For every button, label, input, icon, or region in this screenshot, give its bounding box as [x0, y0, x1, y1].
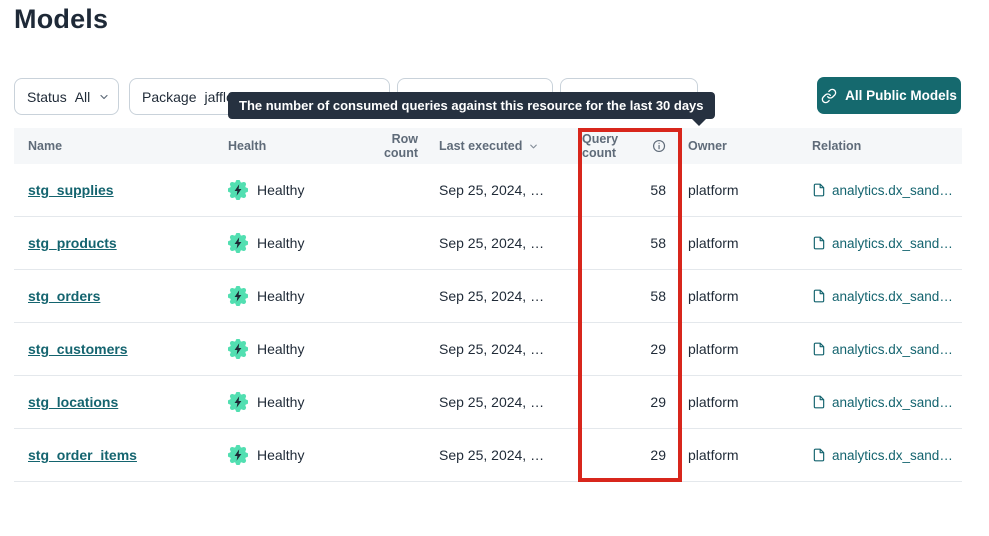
- tooltip-text: The number of consumed queries against t…: [239, 98, 704, 113]
- last-executed-cell: Sep 25, 2024, …: [420, 235, 582, 251]
- owner-cell: platform: [678, 341, 802, 357]
- owner-cell: platform: [678, 235, 802, 251]
- relation-link[interactable]: analytics.dx_sand…: [832, 395, 953, 410]
- query-count-header-label: Query count: [582, 132, 647, 160]
- column-header-owner[interactable]: Owner: [678, 139, 802, 153]
- healthy-badge-icon: [228, 180, 248, 200]
- models-table: Name Health Row count Last executed Quer…: [14, 128, 962, 482]
- tooltip-caret: [691, 118, 707, 126]
- health-status-label: Healthy: [257, 288, 304, 304]
- health-cell: Healthy: [228, 392, 356, 412]
- last-executed-cell: Sep 25, 2024, …: [420, 288, 582, 304]
- query-count-cell: 29: [582, 447, 678, 463]
- health-status-label: Healthy: [257, 235, 304, 251]
- query-count-cell: 58: [582, 235, 678, 251]
- health-status-label: Healthy: [257, 341, 304, 357]
- health-cell: Healthy: [228, 233, 356, 253]
- package-filter-label: Package: [142, 89, 196, 105]
- last-executed-cell: Sep 25, 2024, …: [420, 341, 582, 357]
- models-page: Models Status All Package jaffle_ All Pu…: [0, 0, 989, 536]
- all-public-models-button[interactable]: All Public Models: [817, 77, 961, 114]
- health-cell: Healthy: [228, 286, 356, 306]
- model-name-link[interactable]: stg_orders: [28, 288, 100, 304]
- column-header-relation[interactable]: Relation: [802, 139, 962, 153]
- file-icon: [812, 183, 826, 197]
- healthy-badge-icon: [228, 445, 248, 465]
- query-count-cell: 29: [582, 394, 678, 410]
- file-icon: [812, 342, 826, 356]
- table-row: stg_products Healthy Sep 25, 2024, … 58 …: [14, 217, 962, 270]
- health-status-label: Healthy: [257, 182, 304, 198]
- relation-link[interactable]: analytics.dx_sand…: [832, 289, 953, 304]
- column-header-health[interactable]: Health: [228, 139, 356, 153]
- link-icon: [821, 88, 837, 104]
- model-name-link[interactable]: stg_supplies: [28, 182, 114, 198]
- query-count-cell: 58: [582, 182, 678, 198]
- last-executed-cell: Sep 25, 2024, …: [420, 447, 582, 463]
- status-filter-dropdown[interactable]: Status All: [14, 78, 119, 115]
- relation-link[interactable]: analytics.dx_sand…: [832, 342, 953, 357]
- relation-link[interactable]: analytics.dx_sand…: [832, 236, 953, 251]
- status-filter-value: All: [75, 89, 91, 105]
- healthy-badge-icon: [228, 392, 248, 412]
- health-cell: Healthy: [228, 445, 356, 465]
- model-name-link[interactable]: stg_customers: [28, 341, 128, 357]
- last-executed-header-label: Last executed: [439, 139, 522, 153]
- health-cell: Healthy: [228, 339, 356, 359]
- table-row: stg_order_items Healthy Sep 25, 2024, … …: [14, 429, 962, 482]
- healthy-badge-icon: [228, 339, 248, 359]
- query-count-cell: 29: [582, 341, 678, 357]
- owner-cell: platform: [678, 447, 802, 463]
- model-name-link[interactable]: stg_products: [28, 235, 117, 251]
- table-row: stg_customers Healthy Sep 25, 2024, … 29…: [14, 323, 962, 376]
- column-header-name[interactable]: Name: [14, 139, 228, 153]
- health-status-label: Healthy: [257, 394, 304, 410]
- last-executed-cell: Sep 25, 2024, …: [420, 182, 582, 198]
- relation-link[interactable]: analytics.dx_sand…: [832, 183, 953, 198]
- table-row: stg_locations Healthy Sep 25, 2024, … 29…: [14, 376, 962, 429]
- column-header-last-executed[interactable]: Last executed: [420, 139, 582, 153]
- query-count-tooltip: The number of consumed queries against t…: [228, 92, 715, 119]
- sort-chevron-down-icon: [528, 141, 539, 152]
- last-executed-cell: Sep 25, 2024, …: [420, 394, 582, 410]
- column-header-query-count[interactable]: Query count: [582, 132, 678, 160]
- table-row: stg_orders Healthy Sep 25, 2024, … 58 pl…: [14, 270, 962, 323]
- query-count-cell: 58: [582, 288, 678, 304]
- status-filter-label: Status: [27, 89, 67, 105]
- column-header-row-count[interactable]: Row count: [356, 132, 420, 160]
- file-icon: [812, 289, 826, 303]
- model-name-link[interactable]: stg_locations: [28, 394, 118, 410]
- file-icon: [812, 236, 826, 250]
- model-name-link[interactable]: stg_order_items: [28, 447, 137, 463]
- info-icon[interactable]: [652, 138, 666, 154]
- table-header-row: Name Health Row count Last executed Quer…: [14, 128, 962, 164]
- all-public-models-label: All Public Models: [845, 88, 957, 103]
- owner-cell: platform: [678, 182, 802, 198]
- page-title: Models: [14, 4, 108, 35]
- health-cell: Healthy: [228, 180, 356, 200]
- table-row: stg_supplies Healthy Sep 25, 2024, … 58 …: [14, 164, 962, 217]
- chevron-down-icon: [98, 91, 110, 103]
- healthy-badge-icon: [228, 233, 248, 253]
- file-icon: [812, 395, 826, 409]
- owner-cell: platform: [678, 394, 802, 410]
- healthy-badge-icon: [228, 286, 248, 306]
- health-status-label: Healthy: [257, 447, 304, 463]
- owner-cell: platform: [678, 288, 802, 304]
- file-icon: [812, 448, 826, 462]
- relation-link[interactable]: analytics.dx_sand…: [832, 448, 953, 463]
